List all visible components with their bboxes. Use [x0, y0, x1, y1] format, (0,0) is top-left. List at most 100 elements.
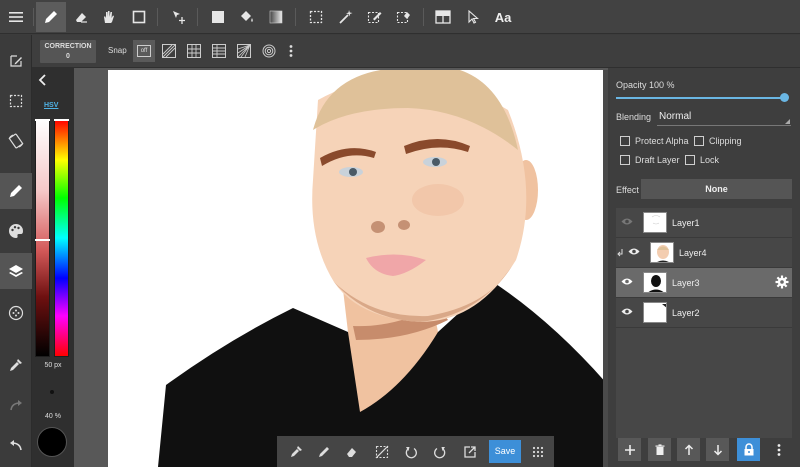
pen-icon: [10, 185, 22, 197]
gradient-tool-button[interactable]: [261, 2, 291, 32]
undo-button[interactable]: [0, 427, 32, 463]
arrow-down-icon: [713, 444, 722, 456]
draft-layer-checkbox[interactable]: Draft Layer: [620, 154, 680, 166]
layer-row-layer3[interactable]: Layer3: [616, 268, 792, 298]
pen-icon: [45, 11, 57, 23]
more-vertical-icon: [289, 45, 293, 57]
redo-quick-button[interactable]: [427, 439, 453, 465]
add-layer-button[interactable]: [618, 438, 641, 461]
eraser-quick-button[interactable]: [339, 439, 365, 465]
fill-rect-tool-button[interactable]: [203, 2, 233, 32]
snap-lines-button[interactable]: [208, 40, 230, 62]
magic-wand-button[interactable]: [331, 2, 361, 32]
dropdown-corner-icon: [785, 119, 790, 124]
current-color-swatch[interactable]: [37, 427, 67, 457]
save-button[interactable]: Save: [489, 440, 521, 463]
selection-layer-button[interactable]: [0, 83, 32, 119]
color-panel-button[interactable]: [0, 213, 32, 249]
hsv-tab[interactable]: HSV: [44, 102, 58, 109]
hue-cursor[interactable]: [54, 119, 69, 121]
sv-cursor[interactable]: [35, 119, 50, 121]
layer-row-layer4[interactable]: Layer4: [616, 238, 792, 268]
tool-options-bar: CORRECTION 0 Snap off: [32, 35, 800, 68]
brush-size-readout[interactable]: 50 px: [32, 362, 74, 369]
effect-select-button[interactable]: None: [641, 179, 792, 199]
saturation-value-slider[interactable]: [35, 119, 50, 357]
snap-grid-button[interactable]: [183, 40, 205, 62]
layer-opacity-slider[interactable]: [616, 97, 784, 99]
eraser-tool-button[interactable]: [66, 2, 96, 32]
checkbox-box[interactable]: [620, 155, 630, 165]
snap-more-button[interactable]: [280, 40, 302, 62]
brush-panel-button[interactable]: [0, 173, 32, 209]
left-sidebar: [0, 35, 32, 467]
move-layer-down-button[interactable]: [706, 438, 729, 461]
color-panel: HSV 50 px 40 %: [32, 68, 74, 467]
eyedropper-tool-button[interactable]: [283, 439, 309, 465]
pen-tool-button[interactable]: [36, 2, 66, 32]
collapse-panel-button[interactable]: [38, 74, 48, 86]
lock-layer-button[interactable]: [737, 438, 760, 461]
material-panel-button[interactable]: [0, 295, 32, 331]
operation-tool-button[interactable]: [458, 2, 488, 32]
top-toolbar: Aa: [0, 0, 800, 34]
transform-button[interactable]: [457, 439, 483, 465]
select-pen-button[interactable]: [360, 2, 390, 32]
menu-icon[interactable]: [1, 2, 31, 32]
layer-more-button[interactable]: [767, 438, 790, 461]
move-layer-up-button[interactable]: [677, 438, 700, 461]
eye-icon: [628, 248, 640, 255]
layer-opacity-thumb[interactable]: [780, 93, 789, 102]
layer-panel-button[interactable]: [0, 253, 32, 289]
dashed-select-icon: [9, 94, 23, 108]
move-tool-button[interactable]: [164, 2, 194, 32]
text-tool-button[interactable]: Aa: [488, 2, 518, 32]
pen-quick-button[interactable]: [311, 439, 337, 465]
toolbar-divider: [157, 8, 158, 26]
snap-off-button[interactable]: off: [133, 40, 155, 62]
layer-panel: Opacity 100 % Blending Normal Protect Al…: [608, 68, 800, 467]
drawing-canvas[interactable]: [108, 70, 608, 467]
hue-slider[interactable]: [54, 119, 69, 357]
snap-perspective-button[interactable]: [233, 40, 255, 62]
bucket-tool-button[interactable]: [232, 2, 262, 32]
blending-underline: [657, 125, 791, 126]
snap-circle-button[interactable]: [258, 40, 280, 62]
arrow-up-icon: [684, 443, 693, 455]
correction-button[interactable]: CORRECTION 0: [40, 40, 96, 63]
edit-canvas-button[interactable]: [0, 43, 32, 79]
more-options-button[interactable]: [525, 439, 551, 465]
select-eraser-button[interactable]: [389, 2, 419, 32]
concentric-circles-icon: [262, 44, 276, 58]
redo-button[interactable]: [0, 387, 32, 423]
magic-wand-icon: [339, 10, 353, 24]
lock-checkbox[interactable]: Lock: [685, 154, 719, 166]
snap-parallel-button[interactable]: [158, 40, 180, 62]
layer-thumbnail: [643, 212, 667, 233]
rotate-canvas-button[interactable]: [0, 123, 32, 159]
gear-icon[interactable]: [775, 275, 789, 289]
deselect-button[interactable]: [369, 439, 395, 465]
frame-divider-button[interactable]: [428, 2, 458, 32]
shape-tool-button[interactable]: [124, 2, 154, 32]
redo-icon: [10, 400, 22, 411]
undo-quick-button[interactable]: [398, 439, 424, 465]
rotate-right-icon: [434, 447, 446, 459]
lock-icon: [744, 443, 753, 456]
delete-layer-button[interactable]: [648, 438, 671, 461]
brush-opacity-readout[interactable]: 40 %: [32, 413, 74, 420]
eyedropper-button[interactable]: [0, 347, 32, 383]
hand-tool-button[interactable]: [94, 2, 124, 32]
value-cursor[interactable]: [35, 239, 50, 241]
protect-alpha-checkbox[interactable]: Protect Alpha: [620, 135, 689, 147]
checkbox-box[interactable]: [620, 136, 630, 146]
blending-mode-select[interactable]: Normal: [659, 111, 691, 122]
checkbox-box[interactable]: [685, 155, 695, 165]
layer-row-layer1[interactable]: Layer1: [616, 208, 792, 238]
clipping-checkbox[interactable]: Clipping: [694, 135, 742, 147]
selection-tool-button[interactable]: [301, 2, 331, 32]
layer-row-layer2[interactable]: Layer2: [616, 298, 792, 328]
paint-bucket-icon: [241, 11, 253, 22]
rotate-device-icon: [8, 133, 24, 149]
checkbox-box[interactable]: [694, 136, 704, 146]
